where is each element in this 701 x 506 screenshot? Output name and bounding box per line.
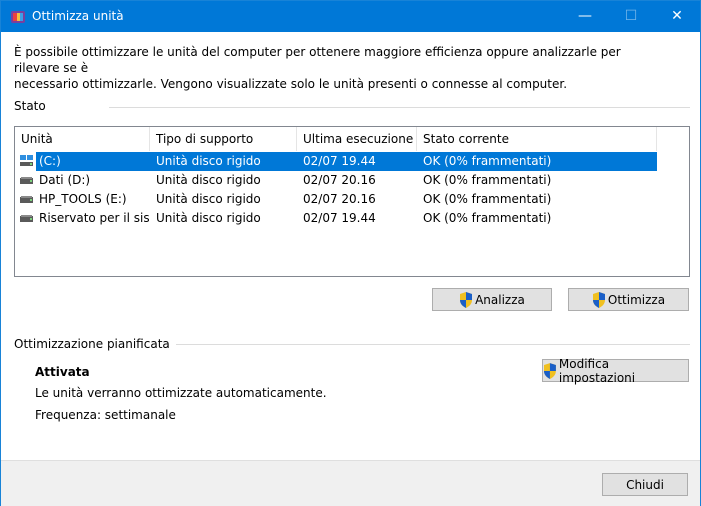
schedule-frequency: Frequenza: settimanale: [35, 408, 176, 422]
drive-last-run: 02/07 20.16: [303, 192, 376, 206]
system-drive-icon: [20, 155, 33, 166]
drive-row-e[interactable]: HP_TOOLS (E:) Unità disco rigido 02/07 2…: [15, 190, 657, 209]
intro-line-2: necessario ottimizzarle. Vengono visuali…: [14, 77, 568, 91]
uac-shield-icon: [592, 291, 605, 308]
drive-media-type: Unità disco rigido: [156, 154, 261, 168]
drive-name: (C:): [39, 154, 61, 168]
drive-last-run: 02/07 19.44: [303, 154, 376, 168]
analyze-button[interactable]: Analizza: [432, 288, 552, 311]
status-group-label: Stato: [14, 99, 52, 113]
close-window-button[interactable]: ✕: [654, 1, 700, 32]
schedule-description: Le unità verranno ottimizzate automatica…: [35, 386, 327, 400]
schedule-group-divider: [171, 344, 690, 345]
defrag-app-icon: [11, 11, 25, 23]
hard-drive-icon: [20, 215, 33, 222]
window-title: Ottimizza unità: [32, 9, 124, 23]
drive-media-type: Unità disco rigido: [156, 192, 261, 206]
schedule-group-label: Ottimizzazione pianificata: [14, 337, 176, 351]
status-group-divider: [109, 107, 690, 108]
uac-shield-icon: [460, 291, 473, 308]
drive-name: Riservato per il sist: [39, 211, 149, 225]
column-header-last-run[interactable]: Ultima esecuzione: [297, 127, 417, 151]
analyze-button-label: Analizza: [475, 292, 525, 307]
drive-row-c[interactable]: (C:) Unità disco rigido 02/07 19.44 OK (…: [15, 152, 657, 171]
column-header-current-status[interactable]: Stato corrente: [417, 127, 657, 151]
close-button-label: Chiudi: [626, 477, 664, 492]
maximize-button[interactable]: ☐: [608, 1, 654, 32]
uac-shield-icon: [543, 362, 556, 379]
drive-status: OK (0% frammentati): [423, 173, 552, 187]
drives-list-header: Unità Tipo di supporto Ultima esecuzione…: [15, 127, 689, 151]
drive-status: OK (0% frammentati): [423, 192, 552, 206]
drive-last-run: 02/07 19.44: [303, 211, 376, 225]
intro-line-1: È possibile ottimizzare le unità del com…: [14, 45, 621, 75]
change-settings-button[interactable]: Modifica impostazioni: [542, 356, 689, 385]
drive-media-type: Unità disco rigido: [156, 173, 261, 187]
close-button[interactable]: Chiudi: [602, 473, 688, 496]
drive-last-run: 02/07 20.16: [303, 173, 376, 187]
change-settings-button-label: Modifica impostazioni: [558, 356, 636, 385]
column-header-drive[interactable]: Unità: [15, 127, 150, 151]
schedule-state: Attivata: [35, 365, 90, 379]
intro-text: È possibile ottimizzare le unità del com…: [14, 44, 654, 92]
drives-list[interactable]: Unità Tipo di supporto Ultima esecuzione…: [14, 126, 690, 277]
minimize-button[interactable]: —: [562, 1, 608, 32]
optimize-button-label: Ottimizza: [607, 292, 666, 307]
drive-status: OK (0% frammentati): [423, 154, 552, 168]
column-header-media-type[interactable]: Tipo di supporto: [150, 127, 297, 151]
optimize-button[interactable]: Ottimizza: [568, 288, 689, 311]
drive-name: Dati (D:): [39, 173, 91, 187]
optimize-drives-window: Ottimizza unità — ☐ ✕ È possibile ottimi…: [0, 0, 701, 506]
hard-drive-icon: [20, 196, 33, 203]
drive-status: OK (0% frammentati): [423, 211, 552, 225]
dialog-content: È possibile ottimizzare le unità del com…: [1, 32, 700, 506]
title-bar[interactable]: Ottimizza unità — ☐ ✕: [1, 1, 700, 32]
drive-media-type: Unità disco rigido: [156, 211, 261, 225]
drive-row-d[interactable]: Dati (D:) Unità disco rigido 02/07 20.16…: [15, 171, 657, 190]
drive-row-reserved[interactable]: Riservato per il sist Unità disco rigido…: [15, 209, 657, 228]
drive-name: HP_TOOLS (E:): [39, 192, 127, 206]
dialog-footer: Chiudi: [1, 460, 700, 506]
hard-drive-icon: [20, 177, 33, 184]
